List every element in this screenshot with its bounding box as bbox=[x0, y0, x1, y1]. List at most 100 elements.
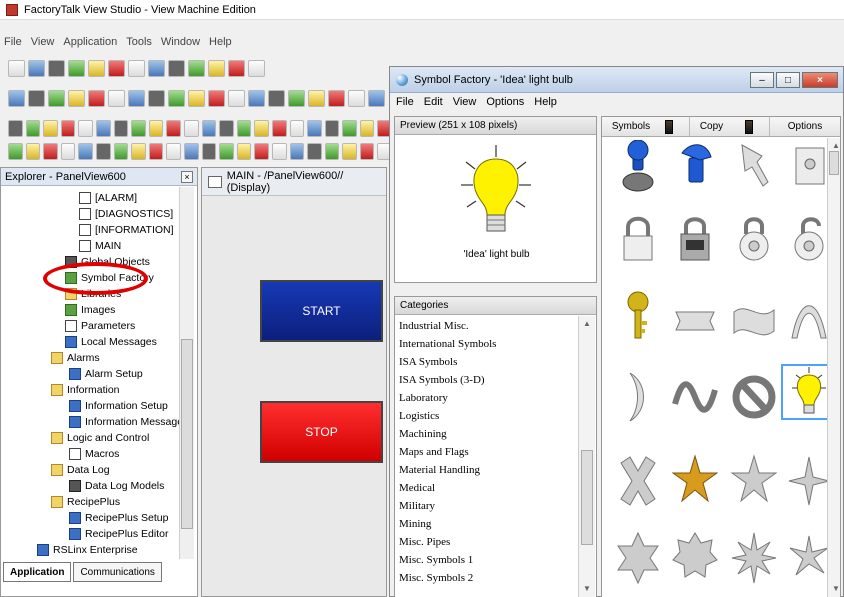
drawing-toolbar-button-15[interactable] bbox=[254, 119, 269, 137]
menu-application[interactable]: Application bbox=[63, 36, 117, 48]
alignment-toolbar-button-10[interactable] bbox=[166, 142, 181, 160]
categories-scrollbar[interactable]: ▲ ▼ bbox=[578, 316, 595, 597]
explorer-close-icon[interactable]: × bbox=[181, 170, 193, 183]
object-toolbar-button-4[interactable] bbox=[68, 89, 85, 107]
standard-toolbar-button-4[interactable] bbox=[68, 59, 85, 77]
drawing-toolbar-button-6[interactable] bbox=[95, 119, 111, 137]
alignment-toolbar-button-15[interactable] bbox=[254, 142, 269, 160]
category-item[interactable]: Logistics bbox=[397, 407, 577, 425]
drawing-toolbar-button-3[interactable] bbox=[43, 119, 58, 137]
tree-item-alarm[interactable]: [ALARM] bbox=[79, 190, 137, 206]
minimize-icon[interactable]: – bbox=[750, 72, 774, 88]
standard-toolbar-button-5[interactable] bbox=[88, 59, 105, 77]
alignment-toolbar-button-1[interactable] bbox=[8, 142, 23, 160]
category-item[interactable]: Mining bbox=[397, 515, 577, 533]
alignment-toolbar-button-21[interactable] bbox=[359, 142, 375, 160]
drawing-toolbar-button-4[interactable] bbox=[60, 119, 76, 137]
tree-item-logic-control[interactable]: Logic and Control bbox=[51, 430, 149, 446]
tree-item-alarms[interactable]: Alarms bbox=[51, 350, 100, 366]
tree-item-diagnostics[interactable]: [DIAGNOSTICS] bbox=[79, 206, 173, 222]
drawing-toolbar-button-8[interactable] bbox=[131, 119, 146, 137]
drawing-toolbar-button-1[interactable] bbox=[8, 119, 23, 137]
flag-icon[interactable] bbox=[726, 288, 782, 344]
object-toolbar-button-5[interactable] bbox=[88, 89, 105, 107]
blue-pushbutton-angled-icon[interactable] bbox=[669, 140, 725, 196]
tree-item-images[interactable]: Images bbox=[65, 302, 115, 318]
drawing-toolbar-button-7[interactable] bbox=[113, 119, 129, 137]
object-toolbar-button-9[interactable] bbox=[168, 89, 185, 107]
alignment-toolbar-button-8[interactable] bbox=[131, 142, 146, 160]
tree-item-rslinx-enterprise[interactable]: RSLinx Enterprise bbox=[37, 542, 138, 558]
gold-star-icon[interactable] bbox=[667, 453, 723, 509]
object-toolbar-button-1[interactable] bbox=[8, 89, 25, 107]
category-item[interactable]: ISA Symbols bbox=[397, 353, 577, 371]
alignment-toolbar-button-13[interactable] bbox=[219, 142, 234, 160]
start-button[interactable]: START bbox=[260, 280, 383, 342]
alignment-toolbar-button-7[interactable] bbox=[113, 142, 129, 160]
alignment-toolbar-button-19[interactable] bbox=[324, 142, 340, 160]
object-toolbar-button-7[interactable] bbox=[128, 89, 145, 107]
seven-point-star-icon[interactable] bbox=[667, 530, 723, 586]
eight-point-star-icon[interactable] bbox=[726, 530, 782, 586]
alignment-toolbar-button-6[interactable] bbox=[95, 142, 111, 160]
banner-icon[interactable] bbox=[667, 288, 723, 344]
drawing-toolbar-button-19[interactable] bbox=[324, 119, 340, 137]
tree-item-parameters[interactable]: Parameters bbox=[65, 318, 135, 334]
object-toolbar-button-6[interactable] bbox=[108, 89, 125, 107]
tree-item-data-log-models[interactable]: Data Log Models bbox=[69, 478, 164, 494]
splitter-handle-icon[interactable] bbox=[745, 119, 754, 134]
drawing-toolbar-button-21[interactable] bbox=[359, 119, 375, 137]
standard-toolbar-button-7[interactable] bbox=[128, 59, 145, 77]
tree-item-recipeplus[interactable]: RecipePlus bbox=[51, 494, 120, 510]
tab-symbols[interactable]: Symbols bbox=[602, 117, 690, 136]
x-mark-icon[interactable] bbox=[610, 453, 666, 509]
drawing-toolbar-button-2[interactable] bbox=[25, 119, 41, 137]
tab-copy[interactable]: Copy bbox=[690, 117, 770, 136]
category-item[interactable]: Misc. Symbols 1 bbox=[397, 551, 577, 569]
object-toolbar-button-19[interactable] bbox=[368, 89, 385, 107]
object-toolbar-button-17[interactable] bbox=[328, 89, 345, 107]
tree-item-recipeplus-editor[interactable]: RecipePlus Editor bbox=[69, 526, 168, 542]
menu-view[interactable]: View bbox=[31, 36, 55, 48]
category-item[interactable]: Material Handling bbox=[397, 461, 577, 479]
sine-wave-icon[interactable] bbox=[667, 369, 723, 425]
menu-edit[interactable]: Edit bbox=[424, 96, 443, 108]
drawing-toolbar-button-16[interactable] bbox=[271, 119, 287, 137]
explorer-scrollbar[interactable] bbox=[179, 187, 194, 559]
maximize-icon[interactable]: □ bbox=[776, 72, 800, 88]
standard-toolbar-button-13[interactable] bbox=[248, 59, 265, 77]
combination-lock-icon[interactable] bbox=[667, 212, 723, 268]
alignment-toolbar-button-18[interactable] bbox=[307, 142, 322, 160]
scroll-up-icon[interactable]: ▲ bbox=[583, 320, 591, 328]
category-item[interactable]: ISA Symbols (3-D) bbox=[397, 371, 577, 389]
menu-window[interactable]: Window bbox=[161, 36, 200, 48]
stop-button[interactable]: STOP bbox=[260, 401, 383, 463]
standard-toolbar-button-8[interactable] bbox=[148, 59, 165, 77]
standard-toolbar-button-2[interactable] bbox=[28, 59, 45, 77]
drawing-toolbar-button-17[interactable] bbox=[289, 119, 305, 137]
tree-item-alarm-setup[interactable]: Alarm Setup bbox=[69, 366, 143, 382]
object-toolbar-button-2[interactable] bbox=[28, 89, 45, 107]
category-item[interactable]: Misc. Pipes bbox=[397, 533, 577, 551]
tab-application[interactable]: Application bbox=[3, 562, 72, 582]
blue-pushbutton-icon[interactable] bbox=[610, 140, 666, 196]
key-icon[interactable] bbox=[610, 288, 666, 344]
tree-item-local-messages[interactable]: Local Messages bbox=[65, 334, 157, 350]
category-item[interactable]: Misc. Symbols 2 bbox=[397, 569, 577, 587]
explorer-scroll-thumb[interactable] bbox=[181, 339, 193, 529]
alignment-toolbar-button-17[interactable] bbox=[289, 142, 305, 160]
category-item[interactable]: Industrial Misc. bbox=[397, 317, 577, 335]
drawing-toolbar-button-9[interactable] bbox=[148, 119, 164, 137]
round-lock-icon[interactable] bbox=[726, 212, 782, 268]
menu-options[interactable]: Options bbox=[486, 96, 524, 108]
drawing-toolbar-button-13[interactable] bbox=[219, 119, 234, 137]
alignment-toolbar-button-12[interactable] bbox=[201, 142, 217, 160]
display-canvas[interactable]: START STOP bbox=[202, 196, 386, 596]
alignment-toolbar-button-2[interactable] bbox=[25, 142, 41, 160]
alignment-toolbar-button-16[interactable] bbox=[271, 142, 287, 160]
tab-options[interactable]: Options bbox=[770, 117, 840, 136]
six-point-star-icon[interactable] bbox=[610, 530, 666, 586]
category-item[interactable]: Maps and Flags bbox=[397, 443, 577, 461]
tree-item-data-log[interactable]: Data Log bbox=[51, 462, 110, 478]
category-item[interactable]: International Symbols bbox=[397, 335, 577, 353]
